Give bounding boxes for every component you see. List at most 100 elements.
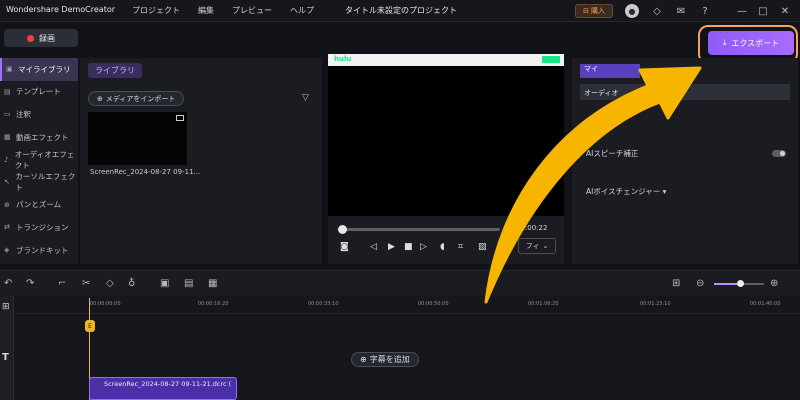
sidebar: ▣ マイライブラリ ▤ テンプレート ▭ 注釈 ▦ 動画エフェクト ♪ オーディオエフェク… xyxy=(0,58,78,264)
import-media-button[interactable]: ⊕ メディアをインポート xyxy=(88,91,185,106)
preview-time: 00:00:22 xyxy=(516,224,548,232)
preview-progress-bar[interactable] xyxy=(340,228,500,231)
zoom-out-icon[interactable]: ⊖ xyxy=(696,278,704,289)
zoom-slider-knob[interactable] xyxy=(737,280,744,287)
audio-section-header[interactable]: オーディオ xyxy=(580,84,790,100)
ruler-label: 00:01:06:20 xyxy=(528,301,559,307)
close-icon[interactable]: ✕ xyxy=(778,4,792,18)
microphone-icon[interactable]: ♁ xyxy=(128,278,135,289)
media-thumbnail[interactable] xyxy=(88,112,187,165)
graduation-cap-icon[interactable]: ◇ xyxy=(650,4,664,18)
folder-icon: ▣ xyxy=(6,65,13,74)
maximize-icon[interactable]: □ xyxy=(756,4,770,18)
project-title: タイトル未設定のプロジェクト xyxy=(345,6,457,15)
sidebar-item-label: 動画エフェクト xyxy=(16,132,69,142)
sidebar-item-label: ブランドキット xyxy=(16,245,69,255)
mail-icon[interactable]: ✉ xyxy=(674,4,688,18)
media-name: ScreenRec_2024-08-27 09-11... xyxy=(90,168,201,176)
action-row: 録画 xyxy=(0,22,800,54)
cursor-effect-icon: ↖ xyxy=(4,178,10,187)
transition-icon: ⇄ xyxy=(4,223,10,232)
template-icon: ▤ xyxy=(4,87,11,96)
prev-frame-icon[interactable]: ◁ xyxy=(370,242,377,252)
buy-button[interactable]: ⊟ 購入 xyxy=(575,4,613,18)
redo-icon[interactable]: ↷ xyxy=(26,278,34,289)
preview-progress-knob[interactable] xyxy=(338,225,347,234)
sidebar-item-annotation[interactable]: ▭ 注釈 xyxy=(0,103,78,126)
plus-icon: ⊕ xyxy=(360,355,367,364)
sidebar-item-template[interactable]: ▤ テンプレート xyxy=(0,81,78,104)
avatar[interactable]: ● xyxy=(625,4,639,18)
brand-kit-icon: ◈ xyxy=(4,246,10,255)
sidebar-item-transition[interactable]: ⇄ トランジション xyxy=(0,216,78,239)
timeline-toolbar: ↶ ↷ ⌐ ✂ ◇ ♁ ▣ ▤ ▦ ⊞ ⊖ ⊕ xyxy=(0,270,800,296)
cart-icon: ⊟ xyxy=(583,7,589,15)
next-frame-icon[interactable]: ▷ xyxy=(420,242,427,252)
tab-my[interactable]: マイ xyxy=(580,64,640,78)
fit-dropdown[interactable]: フィ ⌄ xyxy=(518,238,556,254)
menu-bar: プロジェクト 編集 プレビュー ヘルプ xyxy=(132,5,332,16)
ruler-label: 00:00:00:00 xyxy=(90,301,121,307)
ai-speech-toggle[interactable] xyxy=(772,150,786,157)
sidebar-item-pan-zoom[interactable]: ⊕ パンとズーム xyxy=(0,194,78,217)
ruler-label: 00:00:16:20 xyxy=(198,301,229,307)
menu-project[interactable]: プロジェクト xyxy=(132,5,180,16)
filter-icon[interactable]: ▽ xyxy=(302,93,309,103)
caption-icon[interactable]: ▣ xyxy=(160,278,169,289)
snapshot-icon[interactable]: ◙ xyxy=(340,242,349,252)
ruler-label: 00:00:33:10 xyxy=(308,301,339,307)
sidebar-item-label: マイライブラリ xyxy=(18,64,71,74)
title-bar: Wondershare DemoCreator プロジェクト 編集 プレビュー … xyxy=(0,0,800,22)
chevron-down-icon: ⌄ xyxy=(542,242,549,250)
ai-voice-changer[interactable]: AIボイスチェンジャー ▾ xyxy=(586,186,666,197)
sidebar-item-brand-kit[interactable]: ◈ ブランドキット xyxy=(0,239,78,262)
sidebar-item-video-effect[interactable]: ▦ 動画エフェクト xyxy=(0,126,78,149)
export-button[interactable]: ⤓ エクスポート xyxy=(708,31,794,55)
sidebar-item-label: 注釈 xyxy=(16,109,31,119)
library-panel: ライブラリ ⊕ メディアをインポート ▽ ScreenRec_2024-08-2… xyxy=(80,58,322,264)
caret-down-icon: ▾ xyxy=(662,187,667,196)
zoom-in-icon[interactable]: ⊕ xyxy=(770,278,778,289)
preview-browser-bar: hulu xyxy=(328,54,564,66)
import-label: メディアをインポート xyxy=(105,94,176,103)
ruler-label: 00:01:40:00 xyxy=(750,301,781,307)
record-label: 録画 xyxy=(39,33,55,43)
fit-label: フィ xyxy=(525,242,540,250)
menu-help[interactable]: ヘルプ xyxy=(290,5,314,16)
sidebar-item-cursor-effect[interactable]: ↖ カーソルエフェクト xyxy=(0,171,78,194)
sidebar-item-my-library[interactable]: ▣ マイライブラリ xyxy=(0,58,78,81)
ruler-label: 00:01:23:10 xyxy=(640,301,671,307)
menu-edit[interactable]: 編集 xyxy=(198,5,214,16)
ai-voice-label: AIボイスチェンジャー xyxy=(586,187,661,196)
preview-canvas[interactable] xyxy=(328,66,564,216)
crop-tool-icon[interactable]: ⌐ xyxy=(58,278,66,289)
plus-icon: ⊕ xyxy=(97,94,103,103)
properties-panel: マイ オーディオ AIスピーチ補正 AIボイスチェンジャー ▾ xyxy=(572,58,798,264)
add-caption-button[interactable]: ⊕ 字幕を追加 xyxy=(351,352,419,367)
help-icon[interactable]: ? xyxy=(698,4,712,18)
minimize-icon[interactable]: — xyxy=(735,4,749,18)
playhead-marker[interactable]: E xyxy=(85,320,95,332)
tab-library[interactable]: ライブラリ xyxy=(88,63,142,78)
menu-preview[interactable]: プレビュー xyxy=(232,5,272,16)
safe-zone-icon[interactable]: ▨ xyxy=(478,242,487,252)
volume-icon[interactable]: ◖ xyxy=(440,242,445,252)
play-icon[interactable]: ▶ xyxy=(388,242,395,252)
pip-icon[interactable]: ▦ xyxy=(208,278,217,289)
ruler-label: 00:00:50:00 xyxy=(418,301,449,307)
undo-icon[interactable]: ↶ xyxy=(4,278,12,289)
sidebar-item-audio-effect[interactable]: ♪ オーディオエフェクト xyxy=(0,148,78,171)
fit-timeline-icon[interactable]: ⊞ xyxy=(672,278,680,289)
text-track-icon: T xyxy=(2,352,9,363)
buy-label: 購入 xyxy=(590,7,605,15)
add-track-icon[interactable]: ⊞ xyxy=(2,302,10,312)
record-button[interactable]: 録画 xyxy=(4,29,78,47)
timeline-ruler[interactable]: 00:00:00:00 00:00:16:20 00:00:33:10 00:0… xyxy=(0,296,800,314)
screen-icon[interactable]: ▤ xyxy=(184,278,193,289)
stop-icon[interactable]: ■ xyxy=(404,242,413,252)
sidebar-item-label: テンプレート xyxy=(16,87,61,97)
crop-icon[interactable]: ⌗ xyxy=(458,242,463,252)
track-header: ⊞ xyxy=(0,296,14,400)
split-icon[interactable]: ✂ xyxy=(82,278,90,289)
marker-icon[interactable]: ◇ xyxy=(106,278,114,289)
